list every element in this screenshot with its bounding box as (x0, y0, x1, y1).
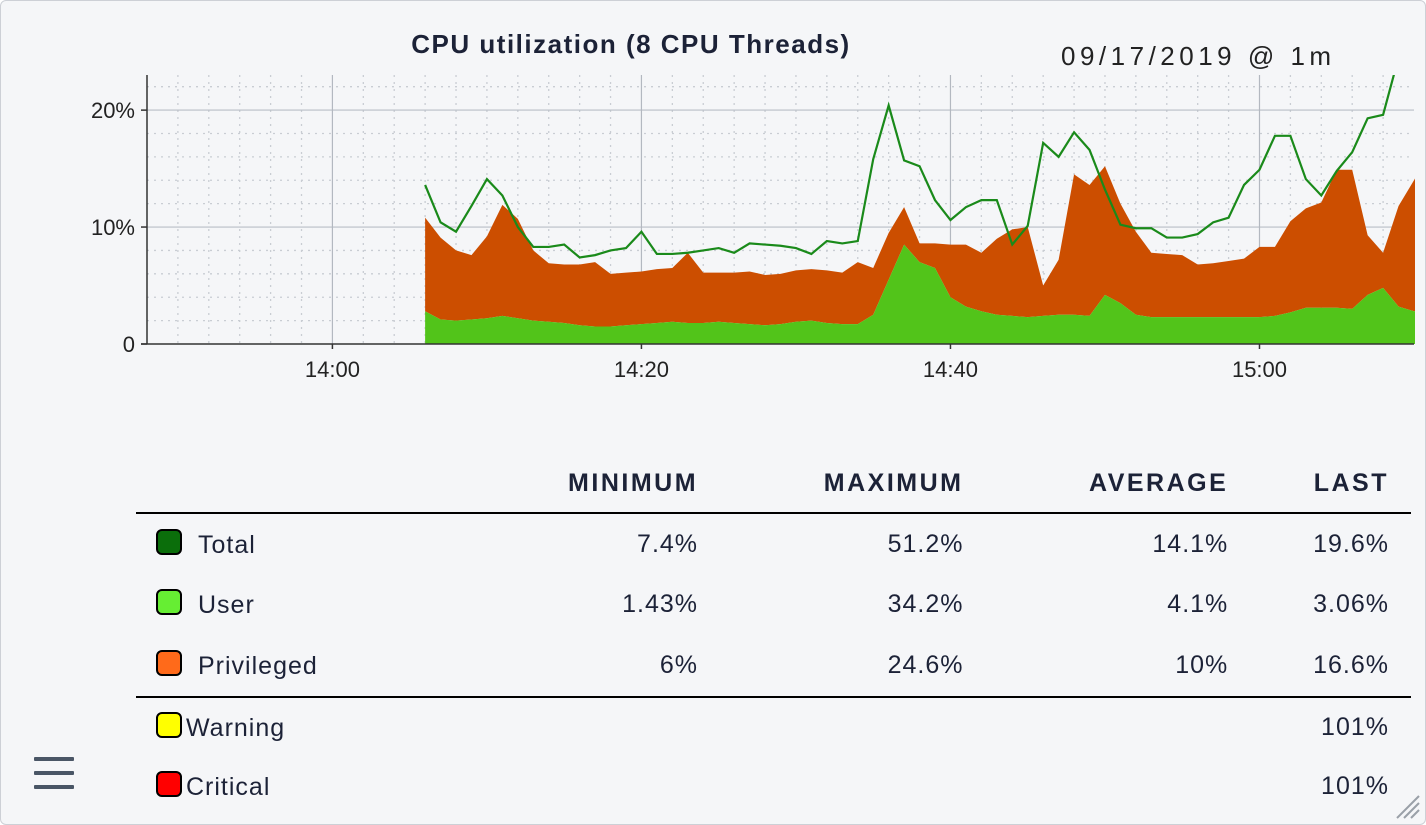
critical-last: 101% (1321, 772, 1389, 800)
legend-table: MINIMUM MAXIMUM AVERAGE LAST Total 7.4% … (136, 459, 1411, 816)
legend-header-minimum: MINIMUM (568, 469, 699, 497)
privileged-last: 16.6% (1313, 650, 1389, 679)
resize-grip-icon[interactable] (1391, 790, 1421, 820)
legend-row-warning: Warning 101% (136, 697, 1411, 757)
total-line (424, 75, 1395, 259)
legend-label-total: Total (198, 531, 256, 559)
legend-row-critical: Critical 101% (136, 757, 1411, 816)
privileged-color-swatch (156, 649, 182, 676)
total-average: 14.1% (1152, 530, 1229, 558)
cpu-utilization-chart: 0 10% 20% 14:00 14:20 14:40 15:00 (91, 75, 1415, 382)
legend-label-warning: Warning (186, 714, 286, 742)
legend-row-total[interactable]: Total 7.4% 51.2% 14.1% 19.6% (136, 513, 1411, 575)
legend-label-user: User (198, 591, 255, 619)
legend-header-last: LAST (1313, 469, 1389, 497)
total-minimum: 7.4% (637, 530, 699, 558)
y-tick-label: 20% (91, 98, 135, 123)
legend-label-critical: Critical (186, 773, 271, 801)
critical-color-swatch (156, 771, 182, 797)
legend-header-maximum: MAXIMUM (823, 469, 964, 497)
user-minimum: 1.43% (622, 590, 699, 618)
user-maximum: 34.2% (887, 590, 964, 618)
legend-header-average: AVERAGE (1089, 469, 1229, 497)
y-tick-label: 0 (123, 332, 135, 357)
legend-name-cell: User (136, 575, 471, 634)
privileged-average: 10% (1175, 650, 1229, 679)
user-color-swatch (156, 589, 182, 615)
legend-label-privileged: Privileged (198, 651, 318, 680)
x-tick-label: 14:20 (614, 357, 669, 382)
x-tick-label: 15:00 (1232, 357, 1287, 382)
chart-areas (424, 75, 1415, 344)
total-last: 19.6% (1313, 530, 1389, 558)
privileged-minimum: 6% (659, 650, 699, 679)
legend-row-privileged[interactable]: Privileged 6% 24.6% 10% 16.6% (136, 634, 1411, 697)
user-last: 3.06% (1313, 590, 1389, 618)
legend-name-cell: Warning (136, 697, 1250, 757)
legend-row-user[interactable]: User 1.43% 34.2% 4.1% 3.06% (136, 575, 1411, 634)
legend-name-cell: Privileged (136, 634, 471, 697)
total-color-swatch (156, 529, 182, 555)
x-tick-label: 14:40 (923, 357, 978, 382)
y-tick-label: 10% (91, 215, 135, 240)
legend-header-name (136, 459, 471, 513)
legend-header-row: MINIMUM MAXIMUM AVERAGE LAST (136, 459, 1411, 513)
user-average: 4.1% (1167, 590, 1229, 618)
privileged-maximum: 24.6% (887, 650, 964, 679)
legend-name-cell: Total (136, 513, 471, 575)
warning-last: 101% (1321, 713, 1389, 741)
legend-name-cell: Critical (136, 757, 1250, 816)
x-tick-label: 14:00 (305, 357, 360, 382)
cpu-utilization-panel: CPU utilization (8 CPU Threads) 09/17/20… (0, 0, 1426, 825)
hamburger-menu-icon[interactable] (34, 757, 74, 791)
warning-color-swatch (156, 712, 182, 738)
total-maximum: 51.2% (887, 530, 964, 558)
